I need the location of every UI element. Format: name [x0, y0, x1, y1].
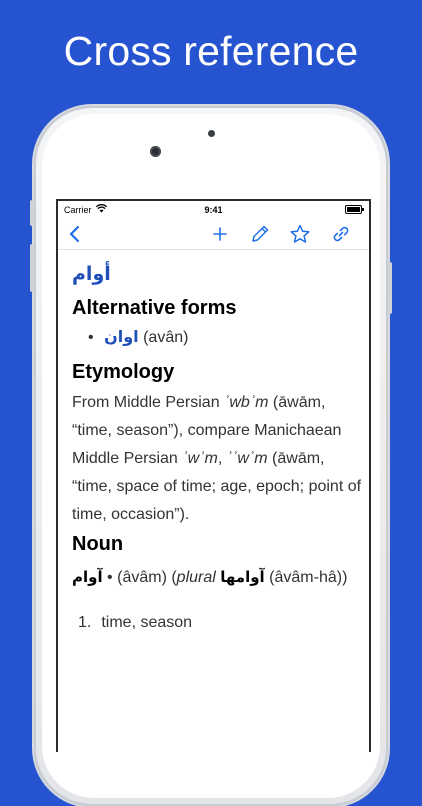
noun-heading: Noun [72, 533, 124, 555]
pencil-icon[interactable] [249, 223, 271, 245]
back-chevron-icon[interactable] [64, 223, 86, 245]
noun-headline: آوام • (âvâm) (plural آوامها (âvâm-hâ)) [72, 563, 362, 592]
alternative-form-link[interactable]: اوان [104, 327, 139, 346]
side-button-left [30, 200, 34, 226]
battery-icon [345, 205, 364, 214]
status-bar: Carrier 9:41 [58, 201, 369, 219]
side-button-right [388, 262, 392, 314]
noun-open-paren: ( [166, 569, 177, 586]
noun-form: آوام [72, 568, 103, 586]
etymology-heading: Etymology [72, 361, 175, 383]
etymology-text-mid-2: , [217, 450, 227, 467]
plus-icon[interactable] [209, 223, 231, 245]
sense-number: 1. [78, 614, 92, 631]
etymology-text: From Middle Persian ʾwbʾm (āwām, “time, … [72, 389, 362, 529]
star-icon[interactable] [289, 223, 311, 245]
plural-label: plural [176, 569, 216, 586]
etymology-text-pre: From Middle Persian [72, 394, 225, 411]
headline: Cross reference [63, 28, 359, 74]
navigation-bar [58, 219, 369, 250]
etymology-term-2: ʾwʾm [182, 450, 218, 467]
sense-text: time, season [101, 614, 193, 631]
etymology-term-3: ʾʾwʾm [226, 450, 268, 467]
clock-time: 9:41 [204, 205, 223, 215]
headword: أوام [72, 263, 111, 285]
speaker-icon [208, 130, 215, 137]
plural-translit: (âvâm-hâ)) [269, 569, 348, 586]
noun-separator: • [102, 569, 118, 586]
entry-content: أوام Alternative forms • اوان (avân) Ety… [72, 263, 362, 632]
bullet: • [88, 329, 94, 346]
etymology-term-1: ʾwbʾm [224, 394, 269, 411]
alternative-forms-heading: Alternative forms [72, 297, 237, 319]
sense-item: 1. time, season [78, 614, 362, 632]
app-screen: Carrier 9:41 أوام Alternative forms • او… [56, 199, 371, 752]
list-item: • اوان (avân) [88, 327, 362, 351]
side-button-left-2 [30, 244, 34, 292]
plural-form: آوامها [220, 568, 265, 586]
link-icon[interactable] [330, 223, 352, 245]
camera-icon [150, 146, 161, 157]
alternative-form-translit: (avân) [143, 329, 189, 346]
noun-translit: (âvâm) [117, 569, 167, 586]
